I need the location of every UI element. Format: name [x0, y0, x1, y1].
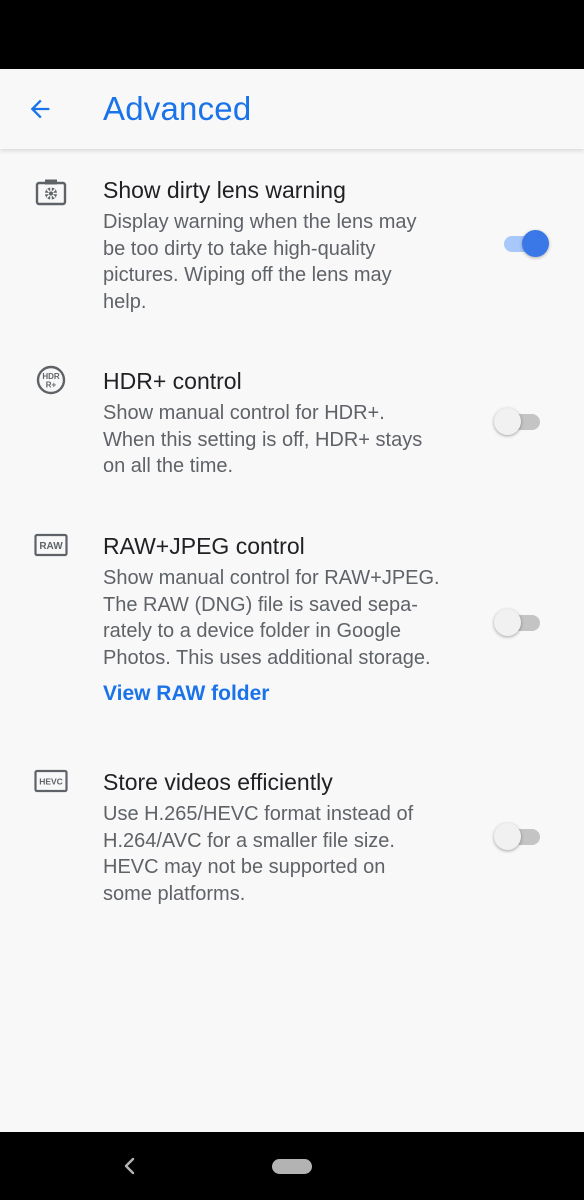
svg-text:RAW: RAW: [39, 541, 63, 552]
setting-description: Show manual control for HDR+. When this …: [103, 400, 488, 480]
raw-jpeg-toggle[interactable]: [494, 607, 552, 637]
settings-list: Show dirty lens warning Display warning …: [0, 149, 584, 1132]
screen: Advanced Show dirty lens warning Display…: [0, 0, 584, 1200]
app-bar: Advanced: [0, 69, 584, 149]
description-line: on all the time.: [103, 455, 234, 478]
setting-description: Use H.265/HEVC format instead of H.264/A…: [103, 801, 488, 907]
hdr-plus-icon: HDR R+: [34, 365, 68, 395]
description-line: be too dirty to take high-quality: [103, 237, 376, 260]
description-line: Display warning when the lens may: [103, 211, 417, 233]
description-line: some platforms.: [103, 882, 246, 905]
nav-home-pill-icon[interactable]: [272, 1159, 312, 1174]
setting-title: HDR+ control: [103, 368, 242, 394]
store-videos-efficiently-toggle[interactable]: [494, 821, 552, 851]
description-line: HEVC may not be supported on: [103, 856, 386, 879]
hevc-icon: HEVC: [34, 766, 68, 796]
setting-title: Show dirty lens warning: [103, 177, 346, 203]
dirty-lens-icon: [34, 177, 68, 207]
page-title: Advanced: [103, 90, 252, 127]
toggle-thumb: [522, 230, 549, 257]
setting-dirty-lens[interactable]: Show dirty lens warning Display warning …: [0, 173, 584, 323]
description-line: H.264/AVC for a smaller file size.: [103, 829, 395, 852]
svg-text:R+: R+: [46, 381, 57, 390]
setting-title: Store videos efficiently: [103, 769, 333, 795]
setting-title: RAW+JPEG control: [103, 533, 305, 559]
description-line: help.: [103, 290, 147, 313]
description-line: Photos. This uses additional storage.: [103, 646, 431, 669]
setting-description: Show manual control for RAW+JPEG. The RA…: [103, 565, 488, 671]
description-line: The RAW (DNG) file is saved sepa-: [103, 593, 418, 616]
toggle-thumb: [494, 823, 521, 850]
toggle-thumb: [494, 609, 521, 636]
svg-text:HEVC: HEVC: [39, 777, 63, 787]
hdr-plus-toggle[interactable]: [494, 406, 552, 436]
navigation-bar: [0, 1132, 584, 1200]
arrow-back-icon: [30, 99, 50, 119]
toggle-thumb: [494, 408, 521, 435]
description-line: Use H.265/HEVC format instead of: [103, 803, 414, 825]
dirty-lens-toggle[interactable]: [494, 228, 552, 258]
description-line: pictures. Wiping off the lens may: [103, 264, 392, 287]
description-line: When this setting is off, HDR+ stays: [103, 428, 423, 451]
description-line: Show manual control for RAW+JPEG.: [103, 567, 440, 589]
view-raw-folder-link[interactable]: View RAW folder: [103, 679, 269, 709]
setting-raw-jpeg[interactable]: RAW RAW+JPEG control Show manual control…: [0, 529, 584, 729]
nav-back-button[interactable]: [118, 1152, 142, 1180]
description-line: Show manual control for HDR+.: [103, 402, 385, 424]
setting-description: Display warning when the lens may be too…: [103, 209, 488, 315]
setting-hdr-plus[interactable]: HDR R+ HDR+ control Show manual control …: [0, 364, 584, 484]
nav-back-icon: [124, 1157, 135, 1175]
raw-icon: RAW: [34, 530, 68, 560]
setting-store-videos-efficiently[interactable]: HEVC Store videos efficiently Use H.265/…: [0, 765, 584, 915]
back-button[interactable]: [20, 89, 60, 129]
description-line: rately to a device folder in Google: [103, 620, 401, 643]
status-bar: [0, 0, 584, 69]
